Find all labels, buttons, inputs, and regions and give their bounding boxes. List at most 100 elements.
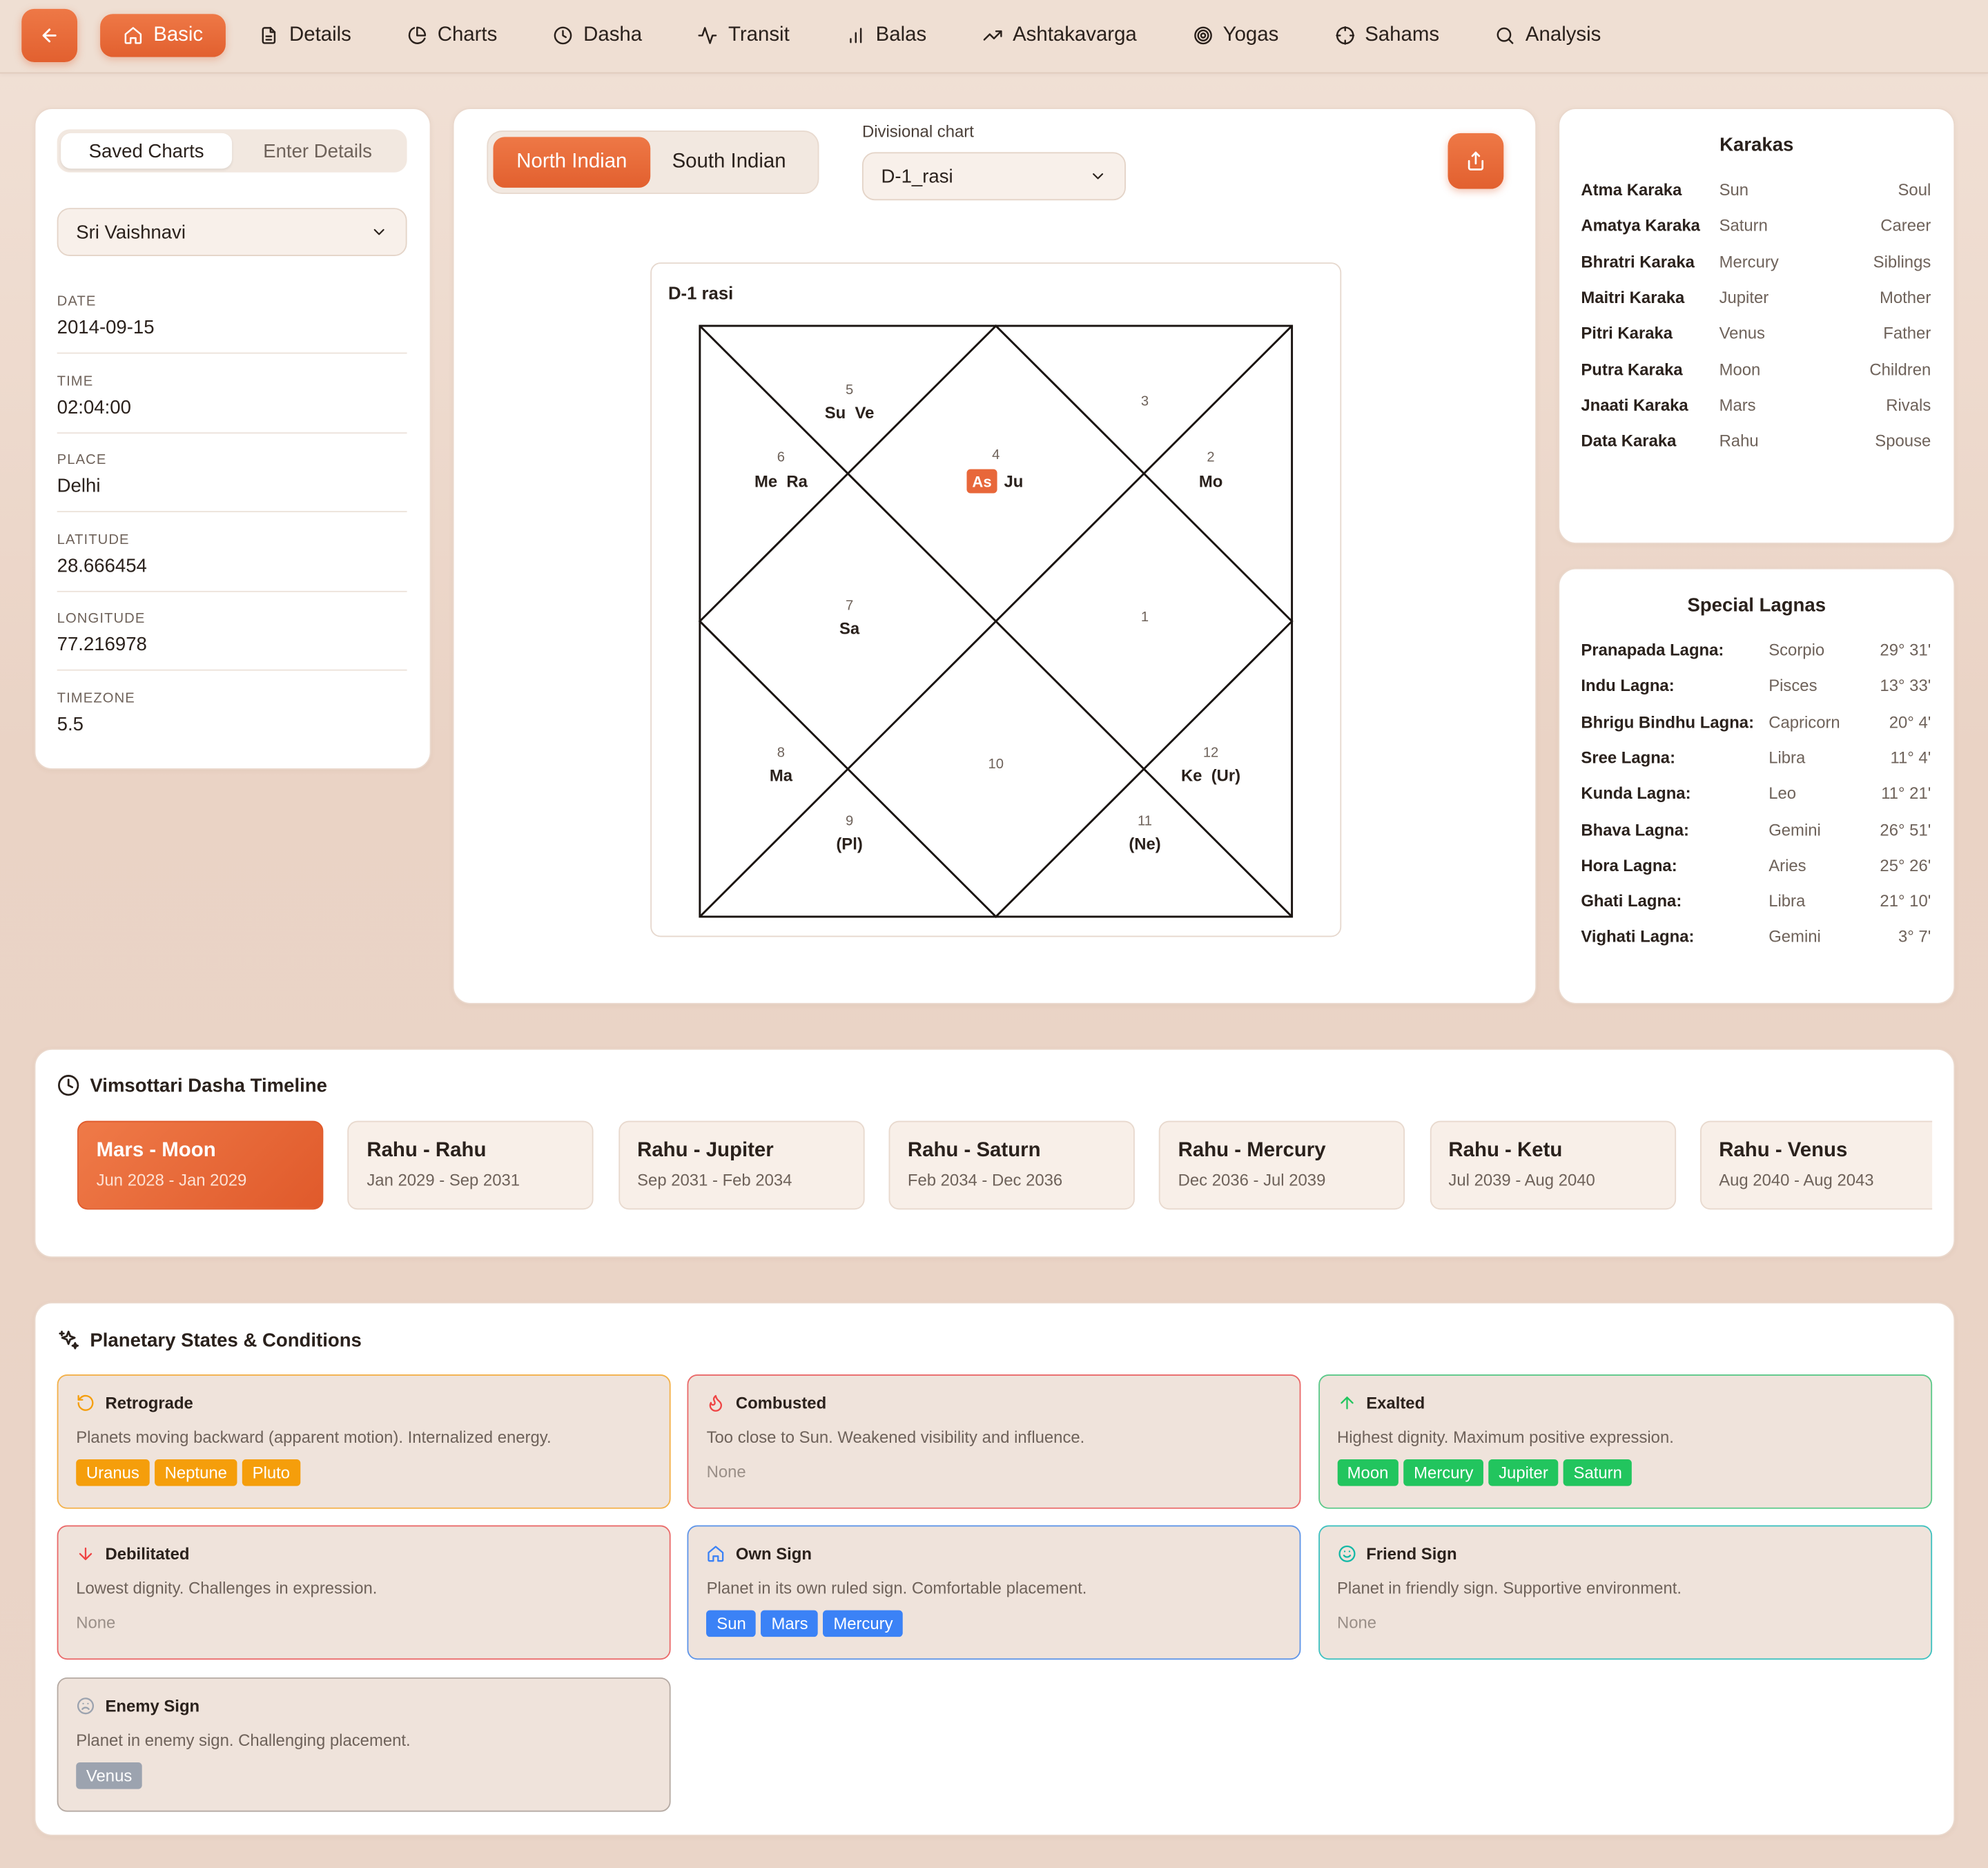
- field-value: Delhi: [57, 475, 101, 497]
- lagna-row: Indu Lagna: Pisces 13° 33': [1581, 677, 1931, 702]
- karaka-planet: Mercury: [1719, 251, 1779, 271]
- tab-south-indian[interactable]: South Indian: [650, 137, 808, 187]
- crosshair-icon: [1335, 26, 1354, 45]
- house-number: 9: [846, 814, 853, 829]
- tab-balas[interactable]: Balas: [823, 14, 950, 57]
- state-description: Planets moving backward (apparent motion…: [76, 1428, 552, 1447]
- state-title: Retrograde: [105, 1393, 193, 1413]
- dasha-period-card[interactable]: Mars - Moon Jun 2028 - Jan 2029: [77, 1120, 324, 1210]
- field-value: 28.666454: [57, 554, 147, 576]
- trending-up-icon: [983, 30, 1002, 41]
- dasha-period-card[interactable]: Rahu - Ketu Jul 2039 - Aug 2040: [1429, 1120, 1676, 1210]
- house-number: 3: [1141, 394, 1149, 409]
- house-number: 7: [846, 598, 853, 613]
- planet-chip: Venus: [76, 1762, 142, 1789]
- tab-transit[interactable]: Transit: [675, 14, 812, 57]
- dasha-period-card[interactable]: Rahu - Venus Aug 2040 - Aug 2043: [1699, 1120, 1933, 1210]
- karaka-name: Maitri Karaka: [1581, 287, 1685, 307]
- ascendant-label: As: [972, 473, 991, 490]
- sparkles-icon: [59, 1330, 79, 1350]
- planet-chip: Pluto: [242, 1459, 300, 1486]
- state-card-enemy-sign: Enemy Sign Planet in enemy sign. Challen…: [57, 1677, 671, 1811]
- lagna-row: Hora Lagna: Aries 25° 26': [1581, 855, 1931, 881]
- dasha-period-card[interactable]: Rahu - Saturn Feb 2034 - Dec 2036: [888, 1120, 1135, 1210]
- tab-basic[interactable]: Basic: [100, 14, 226, 57]
- tab-saved-charts[interactable]: Saved Charts: [61, 133, 233, 169]
- karaka-row: Amatya Karaka Saturn Career: [1581, 216, 1931, 242]
- state-title: Enemy Sign: [105, 1695, 200, 1715]
- lagna-sign: Gemini: [1768, 819, 1821, 839]
- planetary-states-title: Planetary States & Conditions: [90, 1329, 362, 1352]
- document-icon: [262, 27, 276, 44]
- lagna-sign: Aries: [1768, 855, 1806, 875]
- target-icon: [1193, 26, 1212, 45]
- dasha-period-dates: Dec 2036 - Jul 2039: [1178, 1170, 1326, 1189]
- dasha-period-dates: Sep 2031 - Feb 2034: [637, 1170, 792, 1189]
- karaka-row: Atma Karaka Sun Soul: [1581, 180, 1931, 206]
- karaka-significance: Children: [1869, 359, 1931, 379]
- karaka-row: Pitri Karaka Venus Father: [1581, 324, 1931, 349]
- lagna-degree: 29° 31': [1880, 640, 1931, 660]
- state-card-own-sign: Own Sign Planet in its own ruled sign. C…: [688, 1526, 1301, 1660]
- tab-sahams[interactable]: Sahams: [1312, 14, 1462, 57]
- tab-details[interactable]: Details: [236, 14, 374, 57]
- frown-icon: [77, 1697, 95, 1714]
- field-value: 77.216978: [57, 634, 147, 656]
- lagna-degree: 25° 26': [1880, 855, 1931, 875]
- karaka-row: Data Karaka Rahu Spouse: [1581, 431, 1931, 457]
- lagna-row: Sree Lagna: Libra 11° 4': [1581, 748, 1931, 773]
- home-icon: [124, 27, 142, 44]
- lagna-name: Vighati Lagna:: [1581, 927, 1695, 946]
- state-card-header: Debilitated: [76, 1545, 652, 1564]
- dasha-period-card[interactable]: Rahu - Jupiter Sep 2031 - Feb 2034: [618, 1120, 864, 1210]
- dasha-strip[interactable]: Mars - Moon Jun 2028 - Jan 2029 Rahu - Ra…: [35, 1050, 1933, 1256]
- lagna-sign: Gemini: [1768, 927, 1821, 946]
- state-description: Lowest dignity. Challenges in expression…: [76, 1579, 378, 1598]
- planetary-states-header: Planetary States & Conditions: [57, 1329, 362, 1352]
- divisional-chart-select[interactable]: D-1_rasi: [861, 152, 1126, 201]
- karaka-row: Maitri Karaka Jupiter Mother: [1581, 288, 1931, 313]
- tab-ashtakavarga[interactable]: Ashtakavarga: [959, 14, 1160, 57]
- lagna-row: Bhrigu Bindhu Lagna: Capricorn 20° 4': [1581, 712, 1931, 737]
- house-planets: Su Ve: [825, 404, 875, 422]
- karaka-name: Atma Karaka: [1581, 179, 1682, 200]
- lagna-sign: Capricorn: [1768, 712, 1840, 732]
- kundli-diagram: 5 Su Ve 3 6 Me Ra 4As Ju 2 Mo 7 Sa 1 8 Ma 10 12 Ke (Ur) 9…: [698, 324, 1294, 919]
- search-icon: [1497, 27, 1514, 44]
- planet-chips: Venus: [76, 1762, 652, 1789]
- state-card-debilitated: Debilitated Lowest dignity. Challenges i…: [57, 1526, 671, 1660]
- karaka-planet: Moon: [1719, 359, 1761, 379]
- tab-label: Analysis: [1525, 23, 1601, 46]
- divisional-chart-value: D-1_rasi: [881, 165, 953, 187]
- lagna-name: Bhrigu Bindhu Lagna:: [1581, 712, 1755, 732]
- tab-charts[interactable]: Charts: [384, 14, 520, 57]
- tab-enter-details[interactable]: Enter Details: [232, 133, 403, 168]
- state-card-header: Combusted: [707, 1393, 1283, 1413]
- tab-yogas[interactable]: Yogas: [1170, 14, 1302, 57]
- clock-icon: [554, 26, 572, 45]
- dasha-period-title: Rahu - Saturn: [907, 1140, 1041, 1162]
- share-button[interactable]: [1448, 133, 1504, 189]
- lagna-degree: 20° 4': [1889, 712, 1931, 732]
- tab-north-indian[interactable]: North Indian: [493, 137, 651, 188]
- arrow-down-icon: [79, 1548, 92, 1561]
- dasha-period-card[interactable]: Rahu - Mercury Dec 2036 - Jul 2039: [1159, 1120, 1405, 1210]
- chevron-down-icon: [373, 228, 384, 235]
- planet-chips: Uranus Neptune Pluto: [76, 1459, 652, 1486]
- house-number: 10: [988, 757, 1003, 772]
- top-nav: Basic Details Charts Dasha Transit Balas Ashta…: [0, 0, 1988, 74]
- back-button[interactable]: [21, 8, 78, 62]
- saved-chart-select[interactable]: Sri Vaishnavi: [57, 208, 407, 257]
- lagna-degree: 21° 10': [1880, 891, 1931, 911]
- left-segmented-control: Saved Charts Enter Details: [57, 129, 407, 173]
- tab-dasha[interactable]: Dasha: [530, 14, 665, 57]
- state-title: Friend Sign: [1366, 1544, 1457, 1564]
- tab-analysis[interactable]: Analysis: [1472, 14, 1624, 57]
- state-title: Combusted: [735, 1393, 827, 1413]
- field-date: Date 2014-09-15: [57, 294, 407, 354]
- karaka-name: Bhratri Karaka: [1581, 251, 1695, 271]
- dasha-period-card[interactable]: Rahu - Rahu Jan 2029 - Sep 2031: [347, 1120, 594, 1210]
- tab-label: Charts: [437, 23, 498, 46]
- karaka-row: Bhratri Karaka Mercury Siblings: [1581, 252, 1931, 278]
- dasha-period-dates: Jan 2029 - Sep 2031: [367, 1170, 520, 1189]
